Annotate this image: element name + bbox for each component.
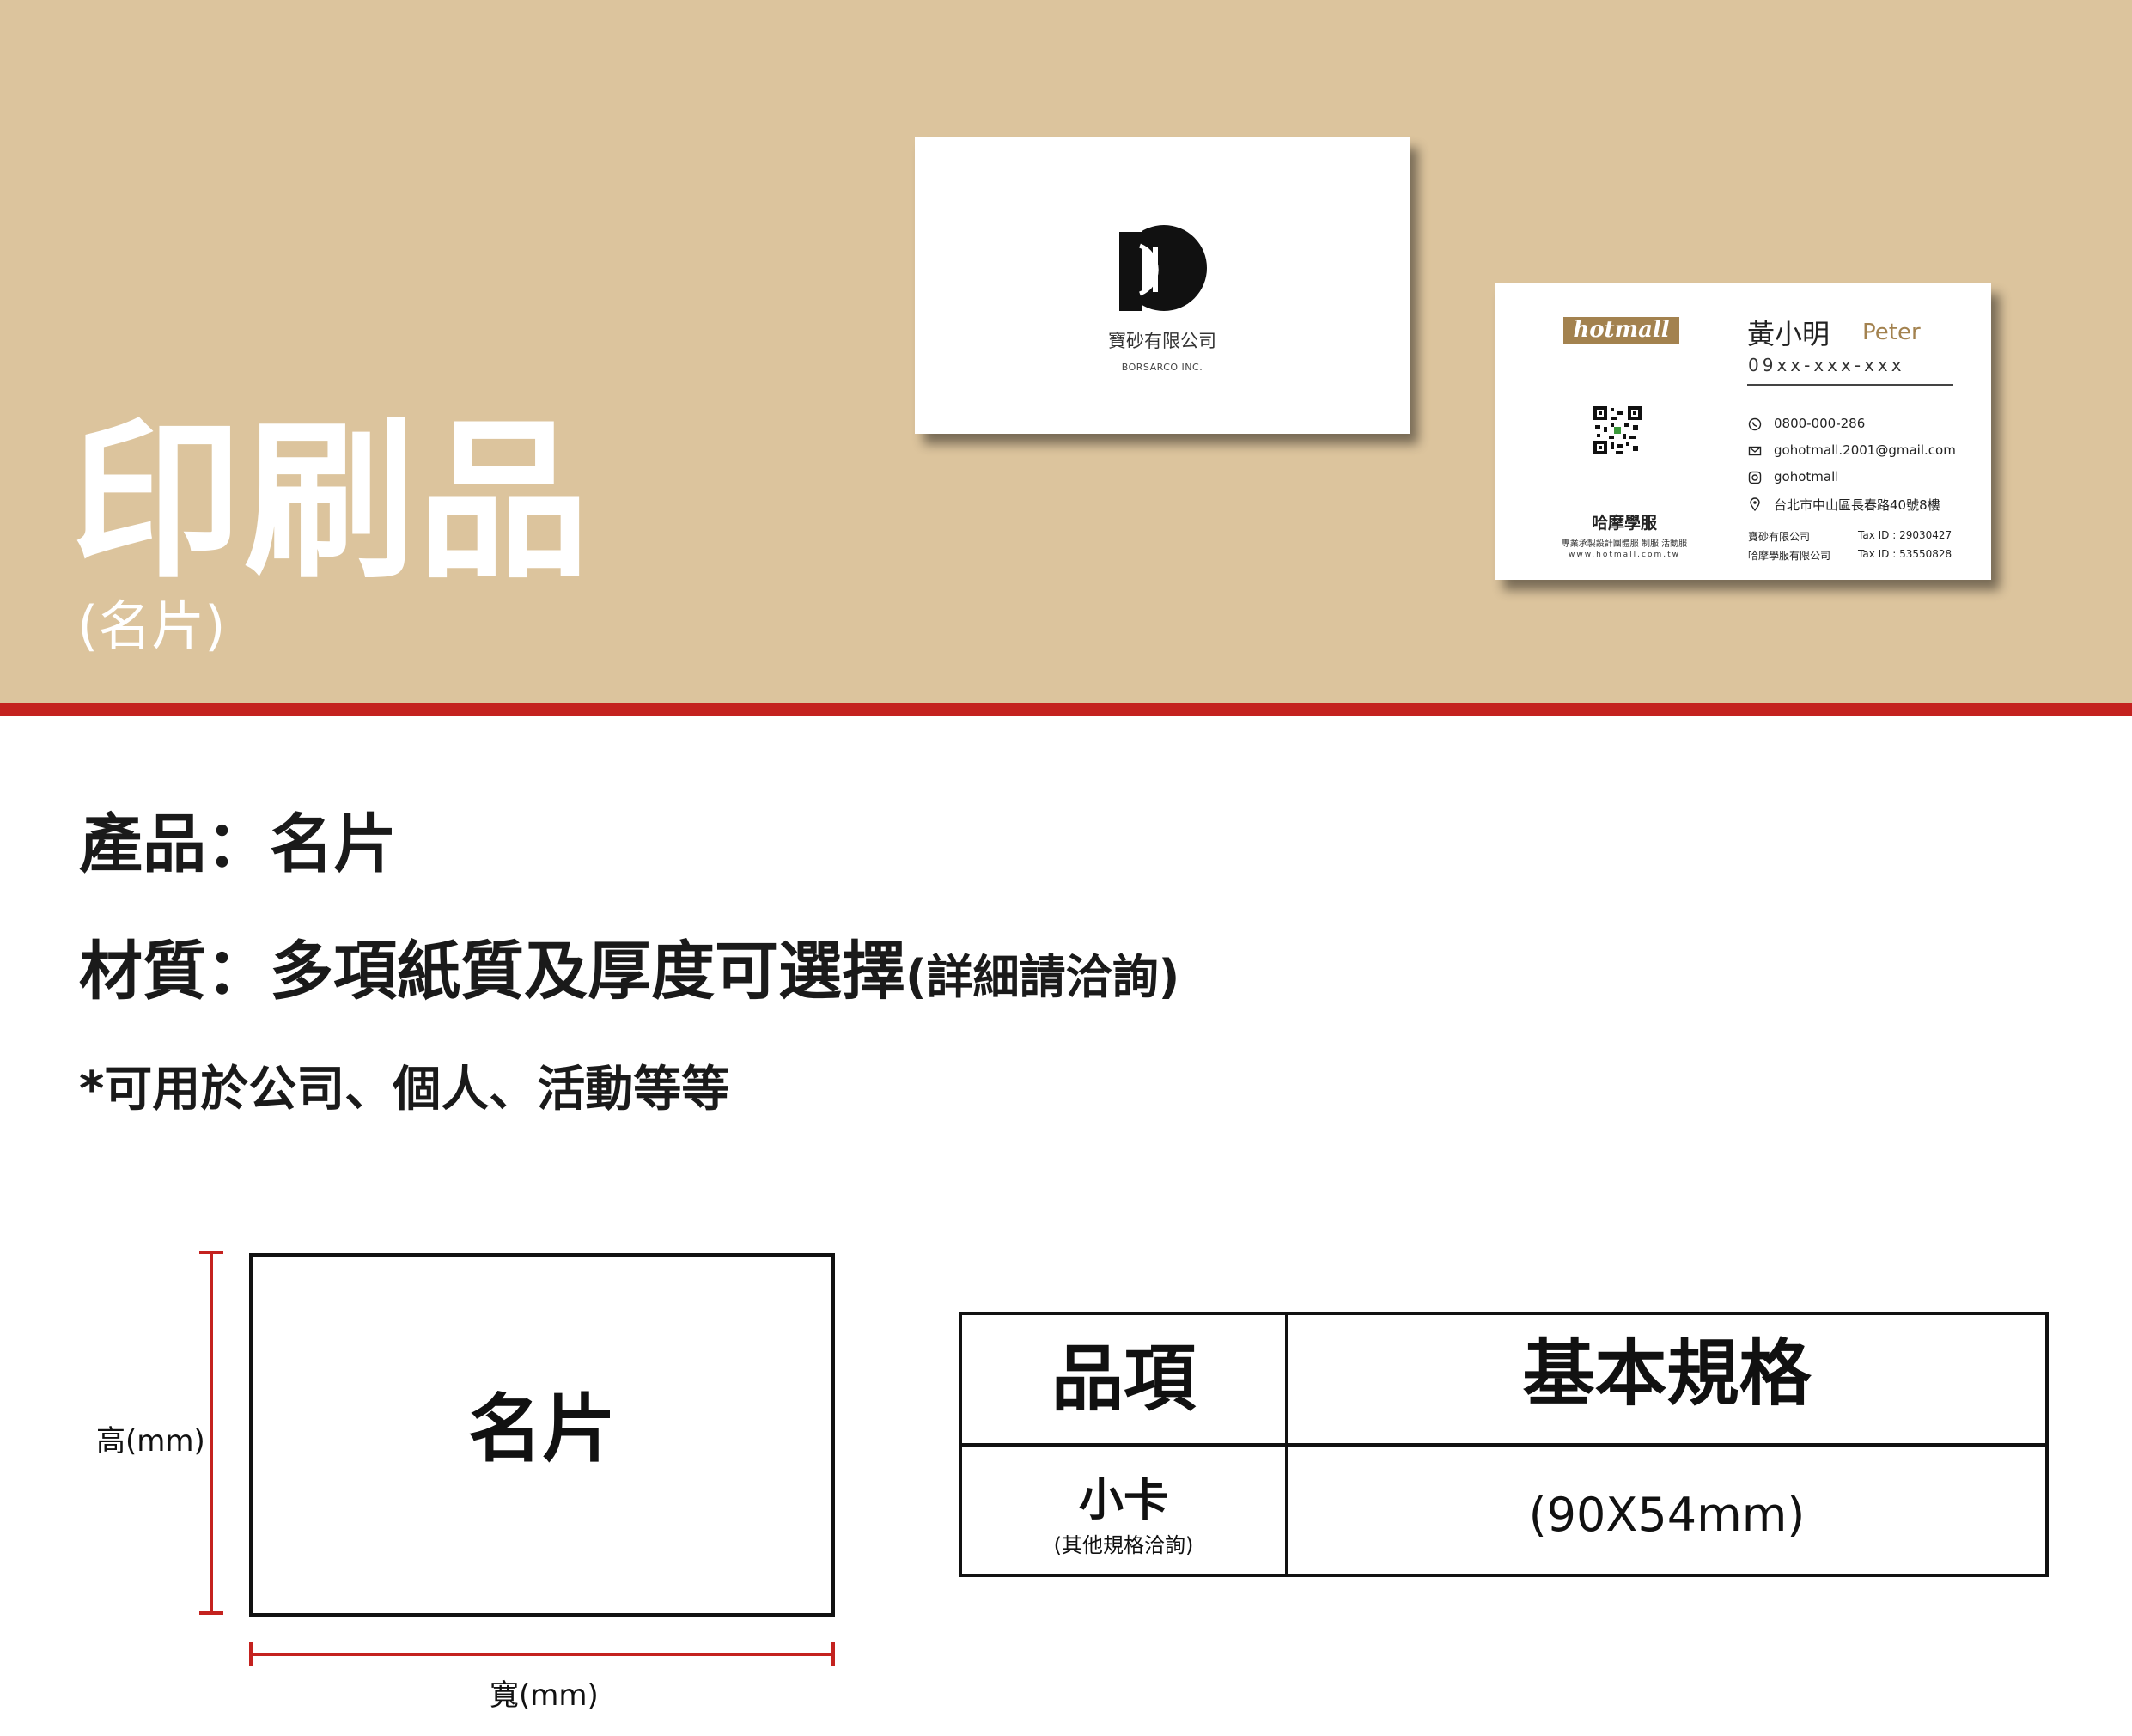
business-card-front: 寶砂有限公司 BORSARCO INC.	[915, 137, 1410, 434]
company-tax-id: Tax ID : 53550828	[1858, 548, 1952, 560]
business-card-back: hotmall 哈摩學服 專業承製設計團體服 制服 活動服 www.hotmal…	[1495, 283, 1991, 580]
whatsapp-icon	[1748, 417, 1762, 431]
banner-stripe	[0, 703, 2132, 716]
company-entry: 哈摩學服有限公司	[1748, 550, 1831, 562]
company-tax-id: Tax ID : 29030427	[1858, 529, 1952, 541]
table-cell-item: 小卡	[1078, 1475, 1168, 1526]
table-divider	[962, 1443, 2045, 1447]
brand-tagline: 專業承製設計團體服 制服 活動服	[1561, 539, 1688, 549]
location-pin-icon	[1750, 497, 1760, 511]
brand-url: www.hotmall.com.tw	[1569, 551, 1680, 559]
diagram-label: 名片	[468, 1386, 616, 1472]
brand-logo: hotmall	[1563, 317, 1679, 344]
material-line: 材質：多項紙質及厚度可選擇(詳細請洽詢)	[79, 940, 1179, 1003]
mail-icon	[1748, 446, 1762, 456]
instagram-icon	[1748, 471, 1762, 484]
height-dimension-cap	[199, 1611, 223, 1615]
table-header-item: 品項	[1051, 1337, 1196, 1421]
material-note: (詳細請洽詢)	[905, 950, 1180, 1004]
company-entry: 寶砂有限公司	[1748, 531, 1811, 543]
page-title: 印刷品	[70, 402, 592, 602]
company-name-cn: 寶砂有限公司	[1108, 331, 1216, 351]
divider	[1747, 384, 1953, 386]
brand-name: 哈摩學服	[1591, 514, 1657, 533]
height-label: 高(mm)	[96, 1424, 205, 1459]
contact-text: 0800-000-286	[1774, 416, 1866, 431]
product-line: 產品：名片	[79, 807, 397, 881]
company-logo-icon	[1119, 225, 1207, 311]
company-name-en: BORSARCO INC.	[1121, 362, 1203, 373]
height-dimension-line	[210, 1251, 213, 1615]
page-subtitle: (名片)	[77, 594, 226, 657]
height-dimension-cap	[199, 1251, 223, 1254]
person-name: 黃小明	[1747, 318, 1830, 350]
contact-text: gohotmall.2001@gmail.com	[1774, 442, 1956, 458]
person-name-en: Peter	[1862, 320, 1921, 345]
qr-code-icon	[1593, 406, 1642, 454]
width-dimension-cap	[249, 1642, 253, 1666]
usage-line: *可用於公司、個人、活動等等	[79, 1062, 730, 1118]
width-dimension-cap	[831, 1642, 835, 1666]
contact-text: gohotmall	[1774, 469, 1839, 484]
width-dimension-line	[249, 1653, 835, 1656]
contact-text: 台北市中山區長春路40號8樓	[1774, 497, 1940, 513]
table-header-spec: 基本規格	[1522, 1331, 1812, 1416]
material-text: 材質：多項紙質及厚度可選擇	[79, 935, 905, 1008]
person-phone: 09xx-xxx-xxx	[1748, 355, 1905, 375]
table-cell-spec: (90X54mm)	[1528, 1488, 1806, 1542]
table-cell-item-note: (其他規格洽詢)	[1053, 1533, 1194, 1557]
spec-table: 品項 基本規格 小卡 (其他規格洽詢) (90X54mm)	[959, 1312, 2049, 1577]
card-size-diagram: 名片	[249, 1253, 835, 1617]
width-label: 寬(mm)	[490, 1678, 599, 1713]
